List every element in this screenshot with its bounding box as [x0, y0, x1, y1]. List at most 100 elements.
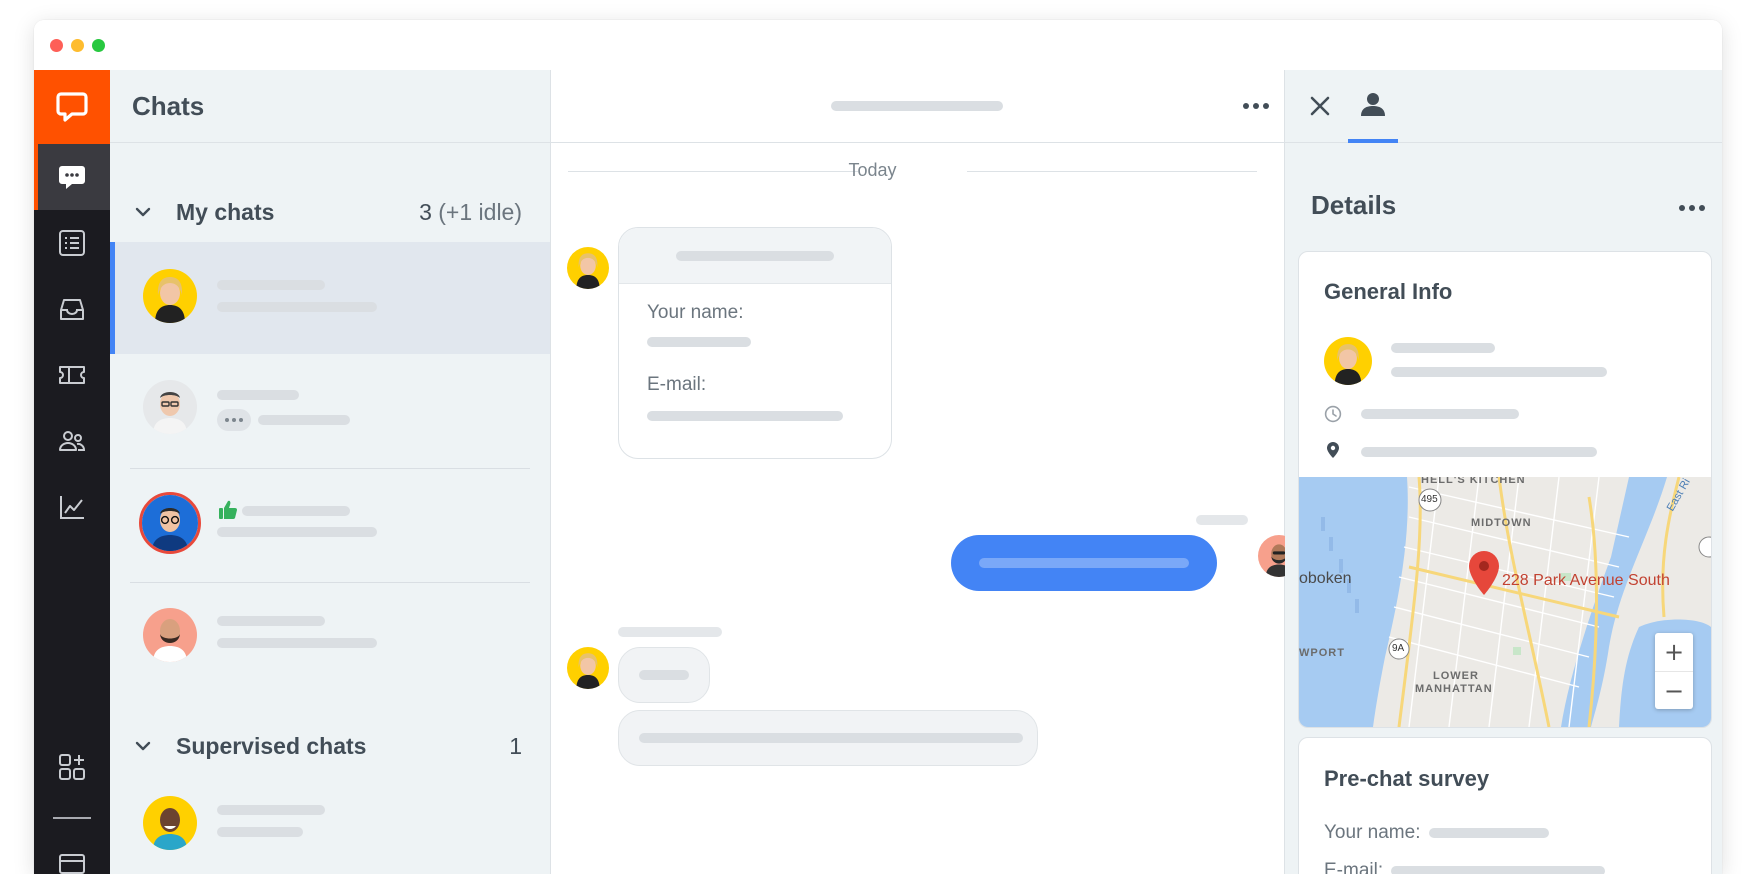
conversation-title-placeholder	[831, 101, 1003, 111]
app-window: Chats My chats 3 (+1 idle) Supervised ch…	[34, 20, 1722, 874]
nav-item-tickets[interactable]	[34, 342, 110, 408]
inbox-icon	[60, 299, 84, 320]
chat-list-item[interactable]	[110, 469, 550, 581]
chat-logo-icon	[56, 92, 88, 122]
chat-name-placeholder	[217, 616, 325, 626]
chat-preview-placeholder	[217, 527, 377, 537]
map-label: MIDTOWN	[1471, 517, 1532, 529]
nav-divider	[53, 817, 91, 819]
avatar	[143, 608, 197, 662]
chat-list-item[interactable]	[110, 242, 550, 354]
avatar	[567, 647, 609, 689]
conversation-panel: Today Your name: E-mail:	[551, 70, 1300, 874]
window-minimize-dot[interactable]	[71, 39, 84, 52]
map-pin-label: 228 Park Avenue South	[1502, 572, 1670, 589]
nav-item-apps[interactable]	[34, 734, 110, 800]
prechat-form-card: Your name: E-mail:	[618, 227, 892, 459]
customers-icon	[59, 431, 86, 451]
location-map[interactable]: HELL'S KITCHEN MIDTOWN oboken WPORT LOWE…	[1299, 477, 1711, 727]
survey-email-placeholder	[1391, 866, 1605, 874]
chat-preview-placeholder	[217, 827, 303, 837]
my-chats-count: 3 (+1 idle)	[419, 198, 522, 225]
map-image	[1299, 477, 1711, 727]
conversation-header	[551, 70, 1284, 143]
map-label: 9A	[1392, 643, 1405, 654]
visitor-email-placeholder	[1391, 367, 1607, 377]
location-placeholder	[1361, 447, 1597, 457]
nav-item-customers[interactable]	[34, 408, 110, 474]
chat-list-item[interactable]	[110, 583, 550, 695]
window-maximize-dot[interactable]	[92, 39, 105, 52]
map-label: WPORT	[1299, 647, 1345, 659]
map-zoom-in-button[interactable]: +	[1655, 633, 1693, 671]
chat-name-placeholder	[242, 506, 350, 516]
chat-bubble-icon	[59, 166, 85, 189]
avatar	[567, 247, 609, 289]
chat-preview-placeholder	[258, 415, 350, 425]
avatar	[1324, 337, 1372, 385]
visitor-message-placeholder	[639, 670, 689, 680]
more-options-icon[interactable]	[1243, 103, 1269, 109]
livechat-logo[interactable]	[34, 70, 110, 144]
ticket-icon	[59, 366, 85, 384]
my-chats-section-header[interactable]: My chats 3 (+1 idle)	[110, 187, 550, 237]
nav-item-chats[interactable]	[34, 144, 110, 210]
map-label: HELL'S KITCHEN	[1421, 477, 1526, 486]
details-panel: Details General Info HELL'S KITCHEN MIDT…	[1285, 70, 1722, 874]
nav-item-reports[interactable]	[34, 474, 110, 540]
visitor-name-placeholder	[1391, 343, 1495, 353]
chat-name-placeholder	[217, 390, 299, 400]
map-label: MANHATTAN	[1415, 683, 1493, 695]
chat-name-placeholder	[217, 805, 325, 815]
survey-name-label: Your name:	[1324, 822, 1421, 843]
visitor-message-bubble	[618, 710, 1038, 766]
clock-icon	[1324, 405, 1342, 423]
supervised-chats-count: 1	[509, 732, 522, 759]
chevron-down-icon	[135, 741, 151, 751]
my-chats-label: My chats	[176, 198, 275, 225]
nav-item-archives[interactable]	[34, 210, 110, 276]
map-label: LOWER	[1433, 670, 1479, 682]
avatar	[143, 269, 197, 323]
message-time-placeholder	[618, 627, 722, 637]
chart-icon	[60, 496, 84, 519]
local-time-placeholder	[1361, 409, 1519, 419]
survey-name-placeholder	[1429, 828, 1549, 838]
form-name-value-placeholder	[647, 337, 751, 347]
avatar	[139, 492, 201, 554]
supervised-chats-label: Supervised chats	[176, 732, 367, 759]
window-close-dot[interactable]	[50, 39, 63, 52]
form-card-header	[619, 228, 891, 284]
customer-details-tab-icon[interactable]	[1359, 90, 1387, 118]
avatar	[143, 796, 197, 850]
nav-item-billing[interactable]	[34, 836, 110, 874]
prechat-survey-card: Pre-chat survey Your name: E-mail:	[1298, 737, 1712, 874]
survey-email-label: E-mail:	[1324, 860, 1384, 874]
map-zoom-out-button[interactable]: −	[1655, 671, 1693, 710]
chat-list-item[interactable]	[110, 776, 550, 874]
main-navigation	[34, 70, 110, 874]
close-icon[interactable]	[1309, 95, 1331, 117]
chat-preview-placeholder	[217, 302, 377, 312]
nav-item-inbox[interactable]	[34, 276, 110, 342]
map-zoom-controls: + −	[1655, 633, 1693, 709]
general-info-title: General Info	[1324, 279, 1453, 304]
form-email-label: E-mail:	[647, 374, 707, 395]
map-label: 495	[1421, 494, 1438, 505]
thumbs-up-icon	[219, 500, 237, 520]
prechat-survey-title: Pre-chat survey	[1324, 766, 1490, 791]
details-toolbar	[1285, 70, 1722, 143]
chats-panel: Chats My chats 3 (+1 idle) Supervised ch…	[110, 70, 551, 874]
form-title-placeholder	[676, 251, 834, 261]
date-separator: Today	[848, 160, 897, 180]
chat-list-item[interactable]	[110, 354, 550, 466]
supervised-chats-section-header[interactable]: Supervised chats 1	[110, 721, 550, 771]
chat-name-placeholder	[217, 280, 325, 290]
message-time-placeholder	[1196, 515, 1248, 525]
general-info-card: General Info HELL'S KITCHEN MIDTOWN obok…	[1298, 251, 1712, 728]
agent-message-placeholder	[979, 558, 1189, 568]
avatar	[143, 380, 197, 434]
details-more-icon[interactable]	[1679, 205, 1705, 211]
typing-indicator	[217, 409, 251, 431]
details-title: Details	[1311, 190, 1397, 220]
